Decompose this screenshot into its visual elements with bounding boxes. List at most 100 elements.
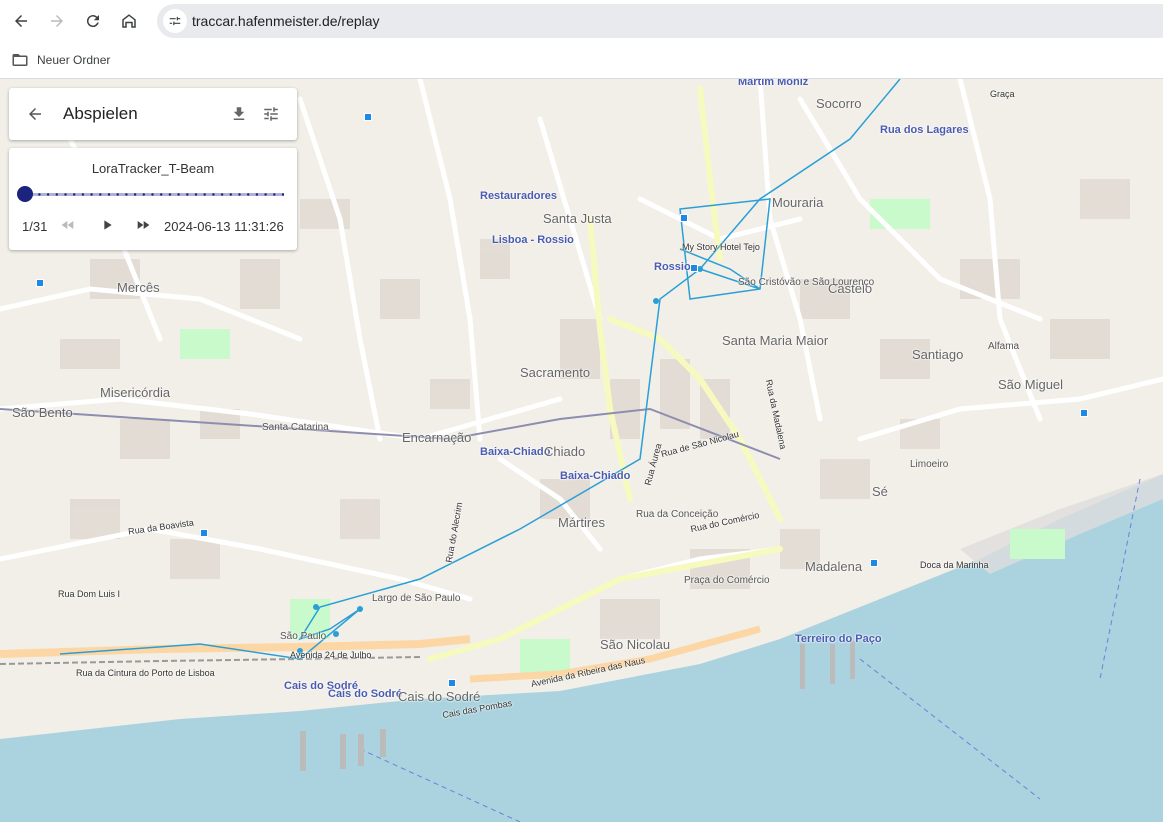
folder-icon: [12, 54, 28, 66]
bookmark-folder-label: Neuer Ordner: [37, 53, 111, 67]
arrow-left-icon: [29, 108, 41, 120]
map-label: São Cristóvão e São Lourenço: [738, 277, 875, 288]
map-label: Praça do Comércio: [684, 575, 770, 586]
slider-tick: [238, 193, 241, 196]
download-icon: [233, 107, 245, 120]
browser-reload-button[interactable]: [78, 6, 108, 36]
slider-tick: [264, 193, 267, 196]
map-label: São Nicolau: [600, 637, 671, 652]
park: [1010, 529, 1065, 559]
device-name: LoraTracker_T-Beam: [91, 161, 215, 176]
map-label: Sé: [872, 484, 888, 499]
map-label: Rua dos Lagares: [880, 124, 969, 136]
bus-stop-marker[interactable]: [870, 559, 878, 567]
slider-tick: [186, 193, 189, 196]
reload-icon: [86, 15, 99, 28]
replay-settings-button[interactable]: [259, 102, 283, 126]
url-text: traccar.hafenmeister.de/replay: [192, 13, 380, 29]
map-label: My Story Hotel Tejo: [682, 242, 760, 252]
map-label: Rossio: [654, 261, 691, 273]
slider-thumb[interactable]: [17, 186, 33, 202]
bus-stop-marker[interactable]: [36, 279, 44, 287]
bus-stop-marker[interactable]: [364, 113, 372, 121]
map-label: Misericórdia: [100, 385, 171, 400]
bookmarks-bar: Neuer Ordner: [0, 42, 1163, 79]
slider-tick: [125, 193, 128, 196]
map-label: Santa Maria Maior: [722, 333, 829, 348]
map-label: Rua da Conceição: [636, 509, 719, 520]
park: [180, 329, 230, 359]
fast-forward-button[interactable]: [132, 214, 154, 236]
browser-back-button[interactable]: [6, 6, 36, 36]
slider-tick: [116, 193, 119, 196]
map-label: Graça: [990, 89, 1015, 99]
bookmark-folder[interactable]: Neuer Ordner: [11, 49, 110, 71]
slider-tick: [194, 193, 198, 196]
slider-tick: [168, 193, 172, 196]
map-label: Restauradores: [480, 190, 558, 202]
play-button[interactable]: [96, 214, 118, 236]
slider-tick: [255, 193, 259, 196]
map-label: Chiado: [544, 444, 586, 459]
slider-tick: [203, 193, 206, 196]
replay-title: Abspielen: [63, 104, 138, 123]
map-label: Santiago: [912, 347, 964, 362]
tune-icon: [264, 107, 278, 121]
map-label: Mártires: [558, 515, 605, 530]
slider-tick: [247, 193, 250, 196]
download-button[interactable]: [227, 102, 251, 126]
bus-stop-marker[interactable]: [680, 214, 688, 222]
map-label: Mouraria: [772, 195, 824, 210]
replay-slider[interactable]: [17, 184, 284, 204]
map-label: Alfama: [988, 341, 1020, 352]
home-icon: [122, 14, 136, 28]
bus-stop-marker[interactable]: [1080, 409, 1088, 417]
map-label: Sacramento: [520, 365, 591, 380]
slider-tick: [64, 193, 67, 196]
slider-tick: [81, 193, 85, 196]
slider-tick: [73, 193, 76, 196]
browser-forward-button[interactable]: [42, 6, 72, 36]
map-label: Rua da Cintura do Porto de Lisboa: [76, 668, 215, 678]
map-label: Baixa-Chiado: [560, 470, 631, 482]
slider-tick: [177, 193, 180, 196]
bus-stop-marker[interactable]: [200, 529, 208, 537]
slider-tick: [281, 193, 284, 196]
playback-controls: 1/31 2024-06-13 11:31:26: [9, 212, 297, 240]
slider-tick: [99, 193, 102, 196]
replay-back-button[interactable]: [23, 102, 47, 126]
slider-tick: [142, 193, 145, 196]
replay-timestamp: 2024-06-13 11:31:26: [164, 219, 284, 234]
site-info-button[interactable]: [163, 9, 187, 33]
map-label: Cais do Sodré: [328, 688, 402, 700]
slider-tick: [212, 193, 215, 196]
map-label: Doca da Marinha: [920, 560, 989, 570]
map-label: Santa Catarina: [262, 422, 329, 433]
map-label: Martim Moniz: [738, 79, 809, 88]
map-label: Largo de São Paulo: [372, 593, 461, 604]
slider-tick: [273, 193, 276, 196]
bus-stop-marker[interactable]: [690, 264, 698, 272]
tune-icon: [169, 16, 181, 26]
browser-home-button[interactable]: [114, 6, 144, 36]
bus-stop-marker[interactable]: [448, 679, 456, 687]
map-label: Limoeiro: [910, 459, 949, 470]
address-bar[interactable]: traccar.hafenmeister.de/replay: [157, 4, 1163, 38]
slider-ticks: [21, 193, 284, 196]
slider-tick: [46, 193, 50, 196]
slider-tick: [38, 193, 41, 196]
map-label: Lisboa - Rossio: [492, 234, 574, 246]
avenida-24-julho: [0, 635, 471, 658]
rewind-button[interactable]: [57, 214, 79, 236]
map-label: São Paulo: [280, 631, 327, 642]
arrow-left-icon: [15, 15, 27, 27]
map-label: Baixa-Chiado: [480, 446, 551, 458]
map-label: Terreiro do Paço: [795, 633, 882, 645]
map-label: São Bento: [12, 405, 73, 420]
replay-controls: LoraTracker_T-Beam 1/31 2024-06-13 11:31…: [9, 148, 297, 250]
slider-tick: [107, 193, 111, 196]
map-label: São Miguel: [998, 377, 1064, 392]
map-label: Socorro: [816, 96, 862, 111]
park: [870, 199, 930, 229]
map-label: Cais do Sodré: [398, 689, 481, 704]
